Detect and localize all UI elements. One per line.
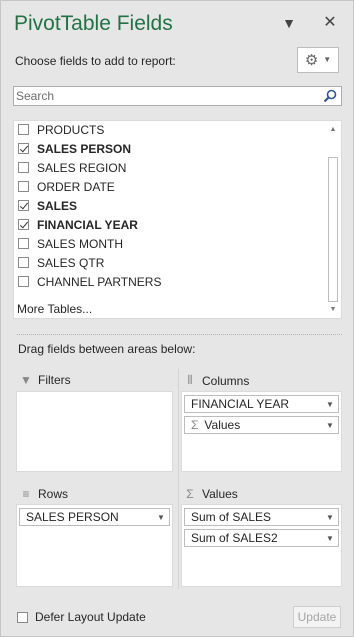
rows-label: Rows — [38, 487, 69, 501]
values-drop-area[interactable]: Sum of SALES ▼ Sum of SALES2 ▼ — [181, 504, 342, 587]
update-button[interactable]: Update — [293, 606, 341, 628]
chevron-down-icon[interactable]: ▼ — [322, 513, 338, 522]
defer-label: Defer Layout Update — [35, 610, 146, 624]
field-label: SALES — [37, 198, 78, 213]
values-label: Values — [202, 487, 238, 501]
pivot-fields-pane: PivotTable Fields ▼ ✕ Choose fields to a… — [0, 0, 354, 637]
field-checkbox[interactable] — [18, 143, 29, 154]
chevron-down-icon[interactable]: ▼ — [322, 421, 338, 430]
columns-label: Columns — [202, 373, 250, 388]
field-label: SALES REGION — [37, 160, 127, 175]
close-button[interactable]: ✕ — [321, 14, 339, 32]
filters-area-label: ▼ Filters — [20, 373, 71, 387]
search-icon[interactable] — [322, 88, 338, 104]
area-divider — [178, 369, 179, 589]
field-checkbox[interactable] — [18, 200, 29, 211]
chevron-down-icon[interactable]: ▼ — [322, 400, 338, 409]
drag-fields-hint: Drag fields between areas below: — [18, 342, 196, 356]
filter-icon: ▼ — [20, 373, 32, 387]
field-item-sales-region[interactable]: SALES REGION — [14, 158, 324, 177]
task-pane-options-dropdown[interactable]: ▼ — [280, 14, 298, 32]
sigma-icon: Σ — [186, 487, 194, 501]
pill-label: Values — [204, 418, 241, 432]
field-label: FINANCIAL YEAR — [37, 217, 138, 232]
more-tables-link[interactable]: More Tables... — [17, 302, 92, 316]
field-checkbox[interactable] — [18, 257, 29, 268]
field-label: SALES QTR — [37, 255, 105, 270]
pane-title: PivotTable Fields — [14, 12, 173, 35]
choose-fields-label: Choose fields to add to report: — [15, 54, 176, 68]
field-label: PRODUCTS — [37, 122, 105, 137]
rows-icon: ≡ — [22, 487, 30, 501]
field-item-sales[interactable]: SALES — [14, 196, 324, 215]
columns-icon: ⦀ — [187, 373, 193, 387]
field-checkbox[interactable] — [18, 181, 29, 192]
columns-area-label: ⦀ Columns — [184, 373, 249, 388]
chevron-down-icon[interactable]: ▼ — [153, 513, 169, 522]
field-item-sales-qtr[interactable]: SALES QTR — [14, 253, 324, 272]
columns-drop-area[interactable]: FINANCIAL YEAR ▼ Σ Values ▼ — [181, 391, 342, 472]
rows-area-label: ≡ Rows — [20, 487, 68, 501]
field-checkbox[interactable] — [18, 162, 29, 173]
values-area-label: Σ Values — [184, 487, 238, 501]
field-item-channel-partners[interactable]: CHANNEL PARTNERS — [14, 272, 324, 291]
sigma-icon: Σ — [191, 418, 199, 432]
field-checkbox[interactable] — [18, 238, 29, 249]
rows-item-sales-person[interactable]: SALES PERSON ▼ — [19, 508, 170, 526]
divider — [17, 334, 342, 335]
field-label: ORDER DATE — [37, 179, 115, 194]
search-box — [13, 86, 342, 106]
columns-item-values[interactable]: Σ Values ▼ — [184, 416, 339, 434]
field-checkbox[interactable] — [18, 219, 29, 230]
field-checkbox[interactable] — [18, 124, 29, 135]
gear-icon: ⚙ — [304, 51, 319, 69]
field-checkbox[interactable] — [18, 276, 29, 287]
pill-label: Sum of SALES2 — [191, 531, 278, 545]
rows-drop-area[interactable]: SALES PERSON ▼ — [16, 504, 173, 587]
values-item-sum-of-sales[interactable]: Sum of SALES ▼ — [184, 508, 339, 526]
scroll-up-icon[interactable]: ▲ — [328, 124, 338, 136]
field-item-order-date[interactable]: ORDER DATE — [14, 177, 324, 196]
field-list: PRODUCTS SALES PERSON SALES REGION ORDER… — [13, 120, 342, 319]
scroll-down-icon[interactable]: ▼ — [328, 304, 338, 316]
field-label: SALES MONTH — [37, 236, 124, 251]
pill-label: Sum of SALES — [191, 510, 272, 524]
close-icon: ✕ — [323, 14, 337, 31]
field-item-sales-person[interactable]: SALES PERSON — [14, 139, 324, 158]
field-label: CHANNEL PARTNERS — [37, 274, 162, 289]
chevron-down-icon: ▼ — [282, 15, 296, 31]
field-list-scrollbar[interactable]: ▲ ▼ — [325, 121, 341, 318]
filters-drop-area[interactable] — [16, 391, 173, 472]
scrollbar-thumb[interactable] — [328, 157, 338, 302]
chevron-down-icon[interactable]: ▼ — [322, 534, 338, 543]
field-item-sales-month[interactable]: SALES MONTH — [14, 234, 324, 253]
values-item-sum-of-sales2[interactable]: Sum of SALES2 ▼ — [184, 529, 339, 547]
pill-label: SALES PERSON — [26, 510, 119, 524]
columns-item-financial-year[interactable]: FINANCIAL YEAR ▼ — [184, 395, 339, 413]
search-input[interactable] — [16, 88, 316, 104]
field-label: SALES PERSON — [37, 141, 132, 156]
filters-label: Filters — [38, 373, 71, 387]
pill-label: FINANCIAL YEAR — [191, 397, 290, 411]
field-item-financial-year[interactable]: FINANCIAL YEAR — [14, 215, 324, 234]
chevron-down-icon: ▼ — [323, 55, 332, 64]
tools-button[interactable]: ⚙ ▼ — [297, 47, 339, 73]
defer-layout-update[interactable]: Defer Layout Update — [17, 610, 146, 624]
field-item-products[interactable]: PRODUCTS — [14, 120, 324, 139]
defer-checkbox[interactable] — [17, 611, 28, 623]
